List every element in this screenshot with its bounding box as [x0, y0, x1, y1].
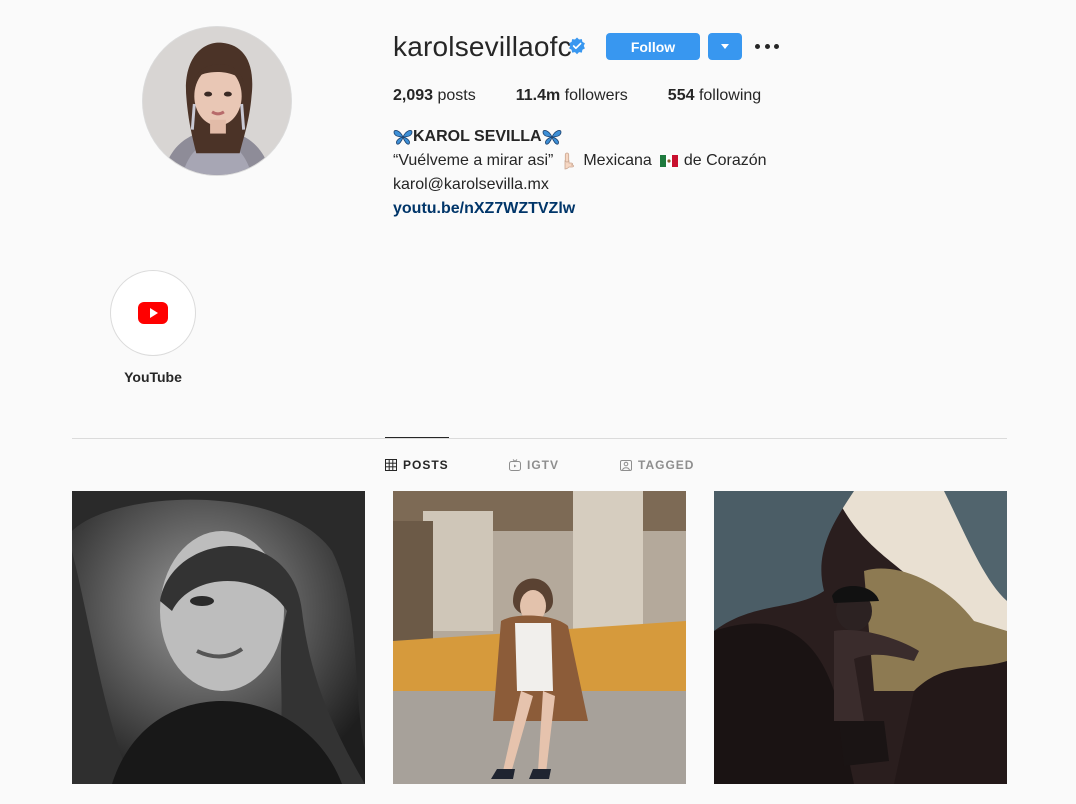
tab-posts[interactable]: POSTS	[385, 458, 449, 472]
butterfly-icon	[393, 130, 413, 145]
profile-bio: KAROL SEVILLA “Vuélveme a mirar asi” Mex…	[393, 125, 767, 221]
profile-page: karolsevillaofc Follow 2,093 posts 11.4m…	[0, 0, 1076, 804]
igtv-icon	[509, 459, 521, 471]
bio-quote: “Vuélveme a mirar asi”	[393, 152, 554, 169]
follow-button[interactable]: Follow	[606, 33, 700, 60]
tab-tagged-label: TAGGED	[638, 458, 695, 472]
followers-count-label: followers	[560, 87, 628, 104]
following-count-value: 554	[667, 87, 695, 104]
more-dot-icon	[774, 43, 779, 49]
post-image	[393, 491, 686, 784]
highlight-cover	[110, 270, 196, 356]
active-tab-indicator	[385, 437, 449, 438]
tab-tagged[interactable]: TAGGED	[620, 458, 694, 472]
more-options-button[interactable]	[755, 37, 779, 55]
post-thumbnail[interactable]	[714, 491, 1007, 784]
more-dot-icon	[755, 43, 760, 49]
more-dot-icon	[764, 43, 770, 49]
bio-tagline: “Vuélveme a mirar asi” Mexicana de Coraz…	[393, 149, 767, 173]
bio-nationality: Mexicana	[583, 152, 652, 169]
butterfly-icon	[542, 130, 562, 145]
tab-igtv-label: IGTV	[527, 458, 560, 472]
tagged-icon	[620, 460, 632, 471]
following-count-label: following	[694, 87, 762, 104]
mexico-flag-icon	[659, 155, 678, 167]
avatar-image	[143, 27, 291, 175]
following-link[interactable]: 554 following	[668, 86, 761, 106]
verified-badge-icon	[569, 37, 585, 55]
profile-avatar[interactable]	[142, 26, 292, 176]
followers-link[interactable]: 11.4m followers	[516, 86, 628, 106]
posts-count-label: posts	[433, 87, 476, 104]
post-thumbnail[interactable]	[72, 491, 365, 784]
posts-count-value: 2,093	[393, 87, 434, 104]
grid-icon	[385, 459, 397, 471]
highlight-label: YouTube	[124, 369, 182, 385]
youtube-icon	[138, 302, 168, 324]
bio-email: karol@karolsevilla.mx	[393, 176, 549, 193]
suggested-accounts-dropdown-button[interactable]	[708, 33, 742, 60]
post-image	[714, 491, 1007, 784]
pointing-down-hand-icon	[564, 152, 575, 170]
tabs-divider	[72, 438, 1007, 439]
bio-website-link[interactable]: youtu.be/nXZ7WZTVZlw	[393, 200, 575, 217]
profile-username: karolsevillaofc	[393, 31, 572, 62]
tab-igtv[interactable]: IGTV	[509, 458, 559, 472]
post-thumbnail[interactable]	[393, 491, 686, 784]
post-image	[72, 491, 365, 784]
tab-posts-label: POSTS	[403, 458, 449, 472]
posts-count: 2,093 posts	[393, 86, 476, 106]
bio-name-text: KAROL SEVILLA	[413, 128, 542, 145]
bio-display-name: KAROL SEVILLA	[393, 125, 767, 149]
highlight-youtube[interactable]: YouTube	[110, 270, 196, 386]
bio-corazon: de Corazón	[683, 152, 767, 169]
chevron-down-icon	[721, 44, 729, 49]
followers-count-value: 11.4m	[515, 87, 561, 104]
profile-stats: 2,093 posts 11.4m followers 554 followin…	[393, 86, 801, 106]
